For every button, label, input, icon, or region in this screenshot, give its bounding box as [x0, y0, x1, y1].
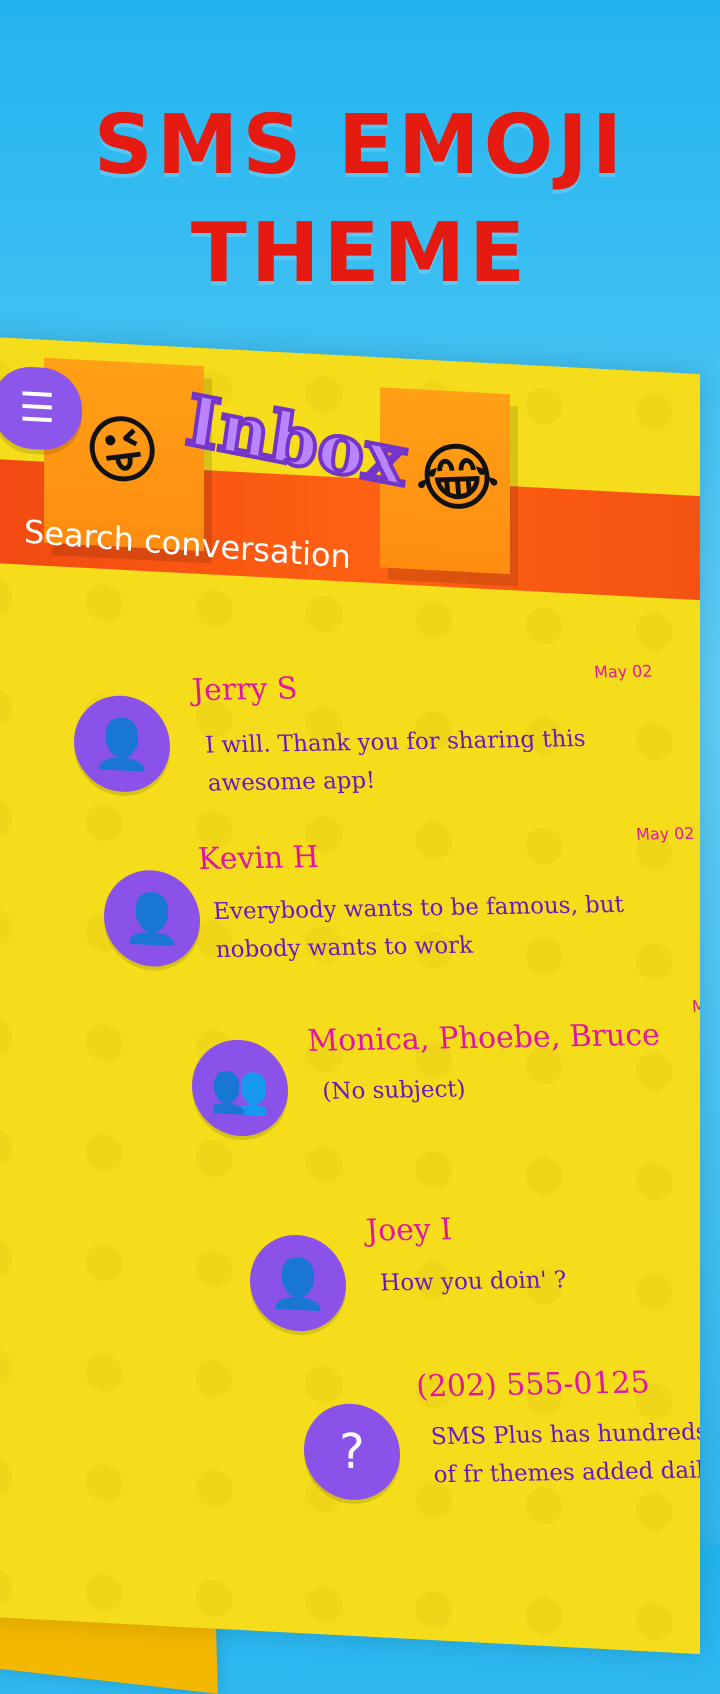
avatar: 👤 [250, 1232, 346, 1334]
group-icon: 👥 [210, 1058, 270, 1119]
conversation-item-group[interactable]: May 👥 Monica, Phoebe, Bruce (No subject) [192, 989, 700, 1207]
conversation-item-unknown[interactable]: ? (202) 555-0125 SMS Plus has hundreds o… [304, 1343, 700, 1554]
contact-name: Kevin H [196, 839, 321, 878]
avatar: ? [304, 1401, 400, 1503]
person-icon: 👤 [268, 1253, 328, 1314]
message-preview: How you doin' ? [379, 1267, 568, 1297]
person-icon: 👤 [92, 714, 152, 774]
contact-name: (202) 555-0125 [415, 1365, 651, 1405]
message-preview: Everybody wants to be famous, but nobody… [212, 891, 625, 964]
question-icon: ? [339, 1423, 365, 1481]
hamburger-icon: ☰ [19, 384, 55, 433]
contact-name: Jerry S [190, 671, 299, 709]
avatar: 👤 [104, 867, 200, 969]
message-preview: SMS Plus has hundreds of fr themes added… [430, 1419, 700, 1489]
avatar: 👥 [192, 1037, 288, 1139]
tongue-emoji-icon: 😜 [77, 403, 169, 499]
person-icon: 👤 [122, 889, 182, 949]
headline-line-1: SMS EMOJI [93, 98, 627, 193]
laughing-emoji-icon: 😂 [410, 433, 505, 523]
message-date: May 02 [635, 823, 696, 844]
message-preview: (No subject) [321, 1076, 467, 1105]
headline-line-2: THEME [190, 206, 530, 301]
inbox-screen: ☰ Search conversation 😜 😂 Inbox May 02 👤… [0, 335, 700, 1655]
message-date: May 02 [593, 661, 654, 682]
contact-name: Joey I [364, 1212, 454, 1249]
headline: SMS EMOJI THEME [0, 92, 720, 308]
message-date: May [691, 996, 700, 1016]
avatar: 👤 [74, 693, 170, 795]
message-preview: I will. Thank you for sharing this aweso… [204, 725, 587, 797]
contact-name: Monica, Phoebe, Bruce [306, 1017, 661, 1059]
